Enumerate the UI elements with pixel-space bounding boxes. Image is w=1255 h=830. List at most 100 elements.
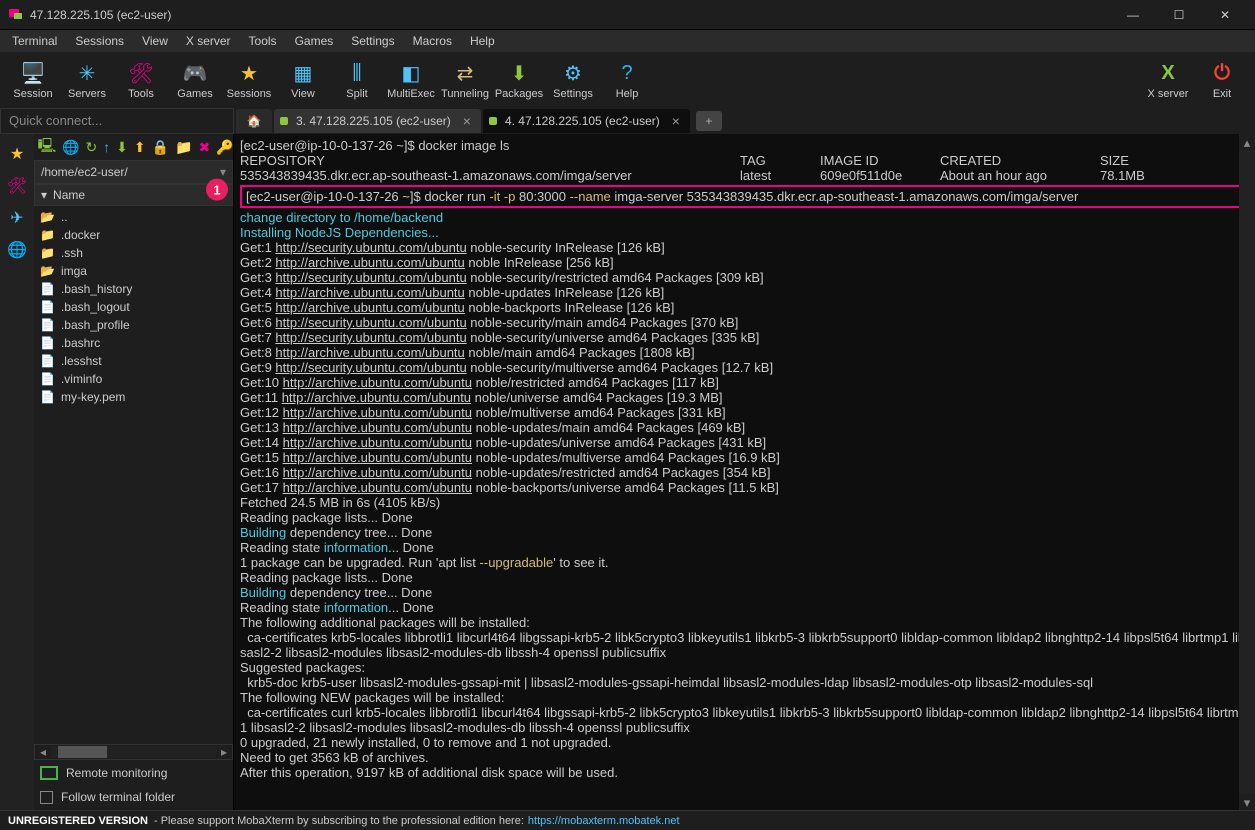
menu-settings[interactable]: Settings — [343, 31, 402, 51]
file-item[interactable]: .lesshst — [34, 352, 233, 370]
path-input[interactable]: /home/ec2-user/ — [35, 165, 214, 179]
scroll-up-icon[interactable]: ▴ — [1239, 134, 1255, 150]
session-tab-2[interactable]: 4. 47.128.225.105 (ec2-user) × — [483, 109, 690, 133]
fileicon-icon — [40, 372, 55, 386]
menu-games[interactable]: Games — [287, 31, 342, 51]
lock-icon[interactable]: 🔒 — [152, 138, 169, 156]
file-name: .bash_logout — [61, 300, 130, 314]
toolbar-multiexec[interactable]: ◧ MultiExec — [384, 60, 438, 100]
toolbar-tools[interactable]: 🛠Tools — [114, 60, 168, 100]
remote-monitoring-label: Remote monitoring — [66, 766, 167, 780]
menu-sessions[interactable]: Sessions — [67, 31, 132, 51]
file-item[interactable]: imga — [34, 262, 233, 280]
file-name: .viminfo — [61, 372, 102, 386]
scroll-down-icon[interactable]: ▾ — [1239, 794, 1255, 810]
toolbar-tunneling[interactable]: ⇄Tunneling — [438, 60, 492, 100]
close-button[interactable]: ✕ — [1203, 1, 1247, 29]
toolbar-sessions[interactable]: ★Sessions — [222, 60, 276, 100]
close-icon[interactable]: × — [672, 113, 680, 129]
chevron-down-icon[interactable]: ▾ — [214, 165, 232, 179]
file-item[interactable]: .bash_profile — [34, 316, 233, 334]
file-name: .bashrc — [61, 336, 100, 350]
menu-x-server[interactable]: X server — [178, 31, 239, 51]
file-item[interactable]: .bashrc — [34, 334, 233, 352]
menu-tools[interactable]: Tools — [241, 31, 285, 51]
toolbar-x-server[interactable]: XX server — [1141, 60, 1195, 100]
terminal-output[interactable]: [ec2-user@ip-10-0-137-26 ~]$ docker imag… — [234, 134, 1255, 810]
toolbar-label: MultiExec — [387, 88, 435, 100]
sidebar-h-scrollbar[interactable]: ◂ ▸ — [34, 744, 233, 760]
globe-tab-icon[interactable]: 🌐 — [5, 238, 29, 262]
multiexec-icon: ◧ — [398, 60, 424, 86]
quick-connect-input[interactable]: Quick connect... — [0, 108, 234, 134]
file-item[interactable]: .bash_history — [34, 280, 233, 298]
close-icon[interactable]: × — [463, 113, 471, 129]
toolbar-split[interactable]: ⫼Split — [330, 60, 384, 100]
toolbar-servers[interactable]: ✳Servers — [60, 60, 114, 100]
main-toolbar: 🖥️ Session ✳Servers🛠Tools🎮Games★Sessions ▦ V… — [0, 52, 1255, 108]
send-tab-icon[interactable]: ✈ — [5, 206, 29, 230]
view-icon: ▦ — [290, 60, 316, 86]
window-title: 47.128.225.105 (ec2-user) — [30, 8, 1111, 22]
menu-help[interactable]: Help — [462, 31, 503, 51]
home-tab[interactable]: 🏠 — [236, 109, 272, 133]
servers-icon: ✳ — [74, 60, 100, 86]
session-icon: 🖥️ — [20, 60, 46, 86]
folderopen-icon — [40, 264, 55, 278]
refresh-icon[interactable]: ↻ — [85, 138, 97, 156]
fileicon-icon — [40, 300, 55, 314]
session-tab-1[interactable]: 3. 47.128.225.105 (ec2-user) × — [274, 109, 481, 133]
file-item[interactable]: my-key.pem — [34, 388, 233, 406]
fileicon-icon — [40, 390, 55, 404]
split-icon: ⫼ — [344, 60, 370, 86]
session-tabbar: 🏠 3. 47.128.225.105 (ec2-user) × 4. 47.1… — [234, 108, 1255, 134]
menu-view[interactable]: View — [134, 31, 176, 51]
file-item[interactable]: .viminfo — [34, 370, 233, 388]
menu-macros[interactable]: Macros — [405, 31, 460, 51]
mobatek-link[interactable]: https://mobaxterm.mobatek.net — [528, 815, 680, 827]
file-item[interactable]: .. — [34, 208, 233, 226]
tools-tab-icon[interactable]: 🛠 — [5, 174, 29, 198]
titlebar: 47.128.225.105 (ec2-user) — ☐ ✕ — [0, 0, 1255, 30]
file-item[interactable]: .ssh — [34, 244, 233, 262]
download-icon[interactable]: ⬇ — [116, 138, 128, 156]
file-name: .ssh — [61, 246, 83, 260]
menu-terminal[interactable]: Terminal — [4, 31, 65, 51]
toolbar-session[interactable]: 🖥️ Session — [6, 60, 60, 100]
remote-monitoring-button[interactable]: Remote monitoring — [40, 766, 227, 780]
path-bar[interactable]: /home/ec2-user/ ▾ 1 — [34, 160, 233, 184]
settings-icon: ⚙ — [560, 60, 586, 86]
column-header[interactable]: ▾ Name — [34, 184, 233, 206]
toolbar-help[interactable]: ?Help — [600, 60, 654, 100]
toolbar-packages[interactable]: ⬇Packages — [492, 60, 546, 100]
file-item[interactable]: .bash_logout — [34, 298, 233, 316]
file-name: .docker — [61, 228, 100, 242]
toolbar-label: View — [291, 88, 315, 100]
toolbar-label: Games — [177, 88, 212, 100]
sftp-icon[interactable]: 🖳 — [38, 138, 56, 156]
toolbar-label: Session — [13, 88, 52, 100]
scrollbar-thumb[interactable] — [58, 746, 108, 758]
toolbar-settings[interactable]: ⚙Settings — [546, 60, 600, 100]
file-name: .lesshst — [61, 354, 102, 368]
key-icon[interactable]: 🔑 — [216, 138, 233, 156]
toolbar-label: Exit — [1213, 88, 1231, 100]
toolbar-games[interactable]: 🎮Games — [168, 60, 222, 100]
minimize-button[interactable]: — — [1111, 1, 1155, 29]
fileicon-icon — [40, 354, 55, 368]
up-icon[interactable]: ↑ — [103, 138, 110, 156]
globe-icon[interactable]: 🌐 — [62, 138, 79, 156]
follow-terminal-checkbox[interactable]: Follow terminal folder — [40, 790, 227, 804]
newfolder-icon[interactable]: 📁 — [175, 138, 192, 156]
new-tab-button[interactable]: + — [696, 111, 722, 131]
file-name: my-key.pem — [61, 390, 125, 404]
toolbar-view[interactable]: ▦ View — [276, 60, 330, 100]
toolbar-exit[interactable]: ⏻Exit — [1195, 60, 1249, 100]
file-item[interactable]: .docker — [34, 226, 233, 244]
checkbox-icon[interactable] — [40, 791, 53, 804]
upload-icon[interactable]: ⬆ — [134, 138, 146, 156]
maximize-button[interactable]: ☐ — [1157, 1, 1201, 29]
terminal-v-scrollbar[interactable]: ▴ ▾ — [1239, 134, 1255, 810]
delete-icon[interactable]: ✖ — [199, 138, 211, 156]
favorites-tab-icon[interactable]: ★ — [5, 142, 29, 166]
